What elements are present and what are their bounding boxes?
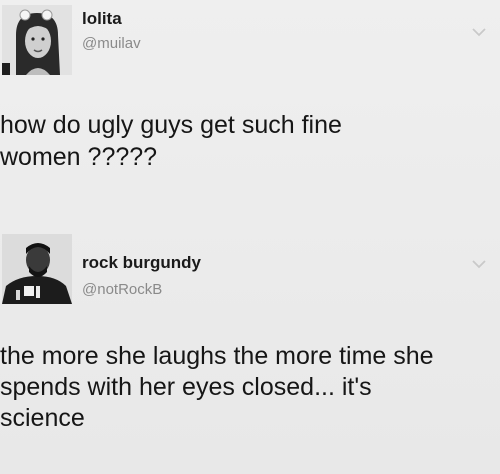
chevron-down-icon[interactable] — [472, 27, 486, 37]
tweet-text: how do ugly guys get such fine women ???… — [0, 109, 496, 173]
avatar[interactable] — [2, 5, 72, 75]
tweet-text-line: how do ugly guys get such fine — [0, 111, 342, 139]
profile-photo-woman-icon — [2, 5, 72, 75]
display-name[interactable]: lolita — [82, 9, 122, 29]
tweet-screenshot: lolita @muilav how do ugly guys get such… — [0, 0, 500, 474]
tweet-text-line: spends with her eyes closed... it's — [0, 373, 372, 401]
avatar[interactable] — [2, 234, 72, 304]
tweet-text-line: the more she laughs the more time she — [0, 342, 434, 370]
display-name[interactable]: rock burgundy — [82, 253, 201, 273]
user-handle[interactable]: @notRockB — [82, 281, 162, 298]
tweet-text-line: women ????? — [0, 143, 158, 171]
tweet-rock-burgundy: rock burgundy @notRockB the more she lau… — [0, 225, 500, 474]
user-handle[interactable]: @muilav — [82, 35, 141, 52]
chevron-down-icon[interactable] — [472, 259, 486, 269]
tweet-text: the more she laughs the more time she sp… — [0, 340, 496, 433]
tweet-text-line: science — [0, 404, 85, 432]
tweet-lolita: lolita @muilav how do ugly guys get such… — [0, 0, 500, 225]
profile-photo-man-icon — [2, 234, 72, 304]
